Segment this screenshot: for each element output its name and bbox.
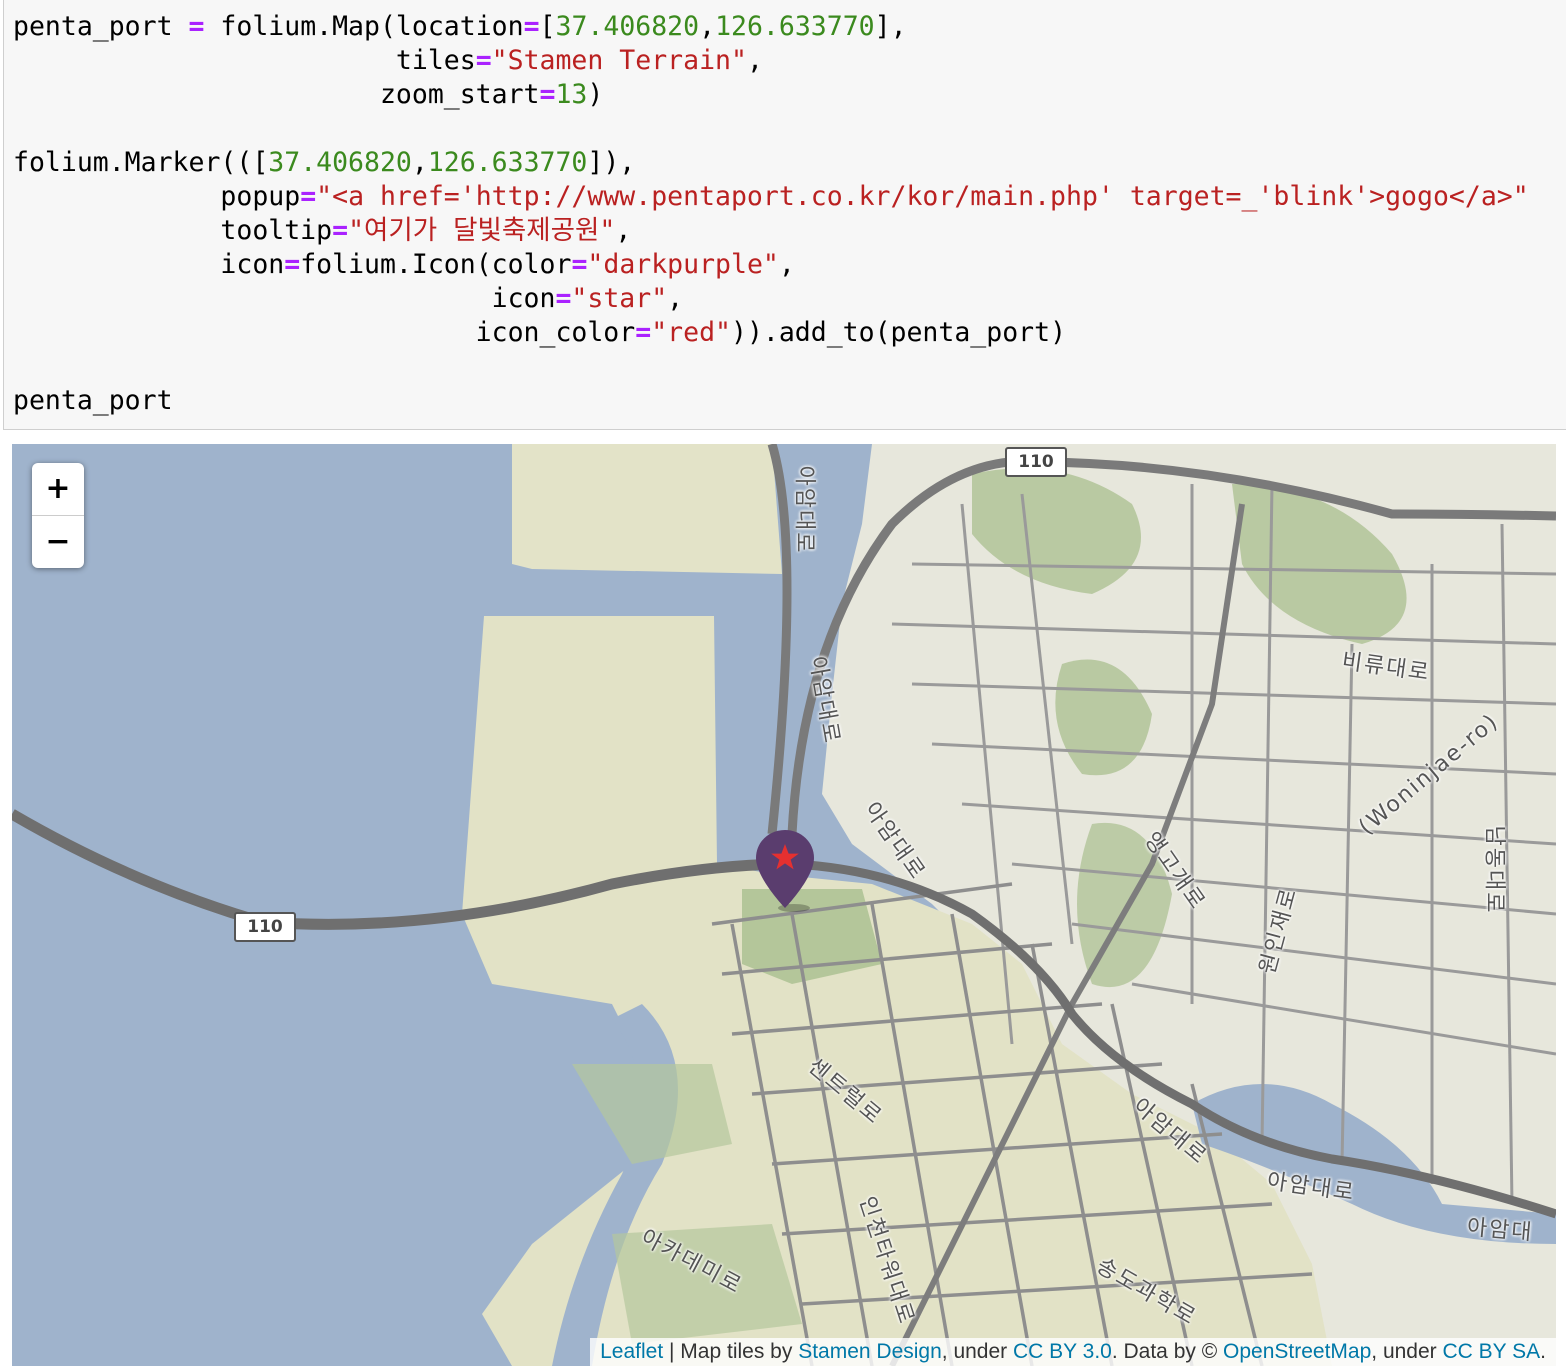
- code-token: ,: [746, 45, 763, 76]
- code-token: 37.406820: [268, 147, 412, 178]
- code-line-6: popup="<a href='http://www.pentaport.co.…: [13, 180, 1529, 214]
- code-token: penta_port: [13, 11, 189, 42]
- zoom-in-button[interactable]: +: [32, 463, 84, 516]
- map-container[interactable]: 110 110 아암대로 아암대로 아암대로 비류대로 (Woninjae-ro…: [12, 444, 1556, 1366]
- attribution-text-3: . Data by ©: [1111, 1340, 1224, 1363]
- code-line-8: icon=folium.Icon(color="darkpurple",: [13, 248, 795, 282]
- code-token: ],: [874, 11, 907, 42]
- label-east-vertical: 남동대로: [1481, 825, 1507, 915]
- code-token: tiles: [13, 45, 476, 76]
- map-marker[interactable]: [754, 828, 816, 912]
- code-token: =: [300, 181, 317, 212]
- code-token: 126.633770: [715, 11, 875, 42]
- route-shield-top: 110: [1005, 447, 1067, 477]
- code-cell[interactable]: penta_port = folium.Map(location=[37.406…: [3, 0, 1566, 430]
- code-token: )).add_to(penta_port): [730, 317, 1067, 348]
- code-token: =: [188, 11, 205, 42]
- code-token: zoom_start: [13, 79, 540, 110]
- code-token: penta_port: [13, 385, 173, 416]
- code-token: ]),: [587, 147, 636, 178]
- code-token: ,: [778, 249, 795, 280]
- code-token: =: [539, 79, 556, 110]
- attribution-osm-link[interactable]: OpenStreetMap: [1223, 1340, 1371, 1363]
- code-token: "Stamen Terrain": [491, 45, 747, 76]
- code-line-5: folium.Marker(([37.406820,126.633770]),: [13, 146, 635, 180]
- label-amam-far: 아암대: [1465, 1215, 1535, 1246]
- code-line-2: tiles="Stamen Terrain",: [13, 44, 763, 78]
- code-token: [: [539, 11, 556, 42]
- code-token: "여기가 달빛축제공원": [348, 215, 616, 246]
- code-token: "darkpurple": [587, 249, 779, 280]
- code-token: folium.Marker(([: [13, 147, 269, 178]
- code-token: icon: [13, 249, 285, 280]
- code-token: =: [475, 45, 492, 76]
- code-token: 13: [555, 79, 588, 110]
- code-line-9: icon="star",: [13, 282, 684, 316]
- route-shield-left: 110: [234, 912, 296, 942]
- attribution-stamen-link[interactable]: Stamen Design: [798, 1340, 942, 1363]
- attribution-leaflet-link[interactable]: Leaflet: [600, 1340, 663, 1363]
- code-token: =: [635, 317, 652, 348]
- code-line-10: icon_color="red")).add_to(penta_port): [13, 316, 1066, 350]
- code-token: ): [587, 79, 604, 110]
- marker-body: [756, 830, 814, 908]
- code-token: ,: [699, 11, 716, 42]
- code-token: =: [571, 249, 588, 280]
- code-token: icon: [13, 283, 556, 314]
- code-token: icon_color: [13, 317, 636, 348]
- code-line-3: zoom_start=13): [13, 78, 603, 112]
- code-token: tooltip: [13, 215, 333, 246]
- code-token: "red": [651, 317, 731, 348]
- code-token: "<a href='http://www.pentaport.co.kr/kor…: [316, 181, 1529, 212]
- code-token: =: [523, 11, 540, 42]
- code-token: 37.406820: [555, 11, 700, 42]
- code-token: ,: [615, 215, 632, 246]
- code-token: =: [332, 215, 349, 246]
- code-token: folium.Icon(color: [300, 249, 572, 280]
- marker-pin-icon: [756, 830, 814, 912]
- code-line-1: penta_port = folium.Map(location=[37.406…: [13, 10, 907, 44]
- attribution-text-5: .: [1540, 1340, 1546, 1363]
- code-token: 126.633770: [427, 147, 588, 178]
- code-token: "star": [571, 283, 668, 314]
- code-token: =: [555, 283, 572, 314]
- zoom-out-button[interactable]: −: [32, 516, 84, 568]
- attribution-cc30-link[interactable]: CC BY 3.0: [1013, 1340, 1112, 1363]
- code-token: =: [284, 249, 301, 280]
- code-token: ,: [411, 147, 428, 178]
- code-line-12: penta_port: [13, 384, 173, 418]
- attribution-ccsa-link[interactable]: CC BY SA: [1443, 1340, 1541, 1363]
- code-token: folium.Map(location: [204, 11, 524, 42]
- zoom-control: + −: [32, 463, 84, 568]
- attribution-text-1: | Map tiles by: [663, 1340, 799, 1363]
- attribution-text-2: , under: [941, 1340, 1013, 1363]
- map-attribution: Leaflet | Map tiles by Stamen Design, un…: [590, 1338, 1556, 1366]
- land-north-strip: [512, 444, 782, 574]
- code-token: ,: [667, 283, 684, 314]
- code-line-7: tooltip="여기가 달빛축제공원",: [13, 214, 631, 248]
- label-bridge-north: 아암대로: [791, 465, 817, 555]
- attribution-text-4: , under: [1371, 1340, 1443, 1363]
- code-token: popup: [13, 181, 301, 212]
